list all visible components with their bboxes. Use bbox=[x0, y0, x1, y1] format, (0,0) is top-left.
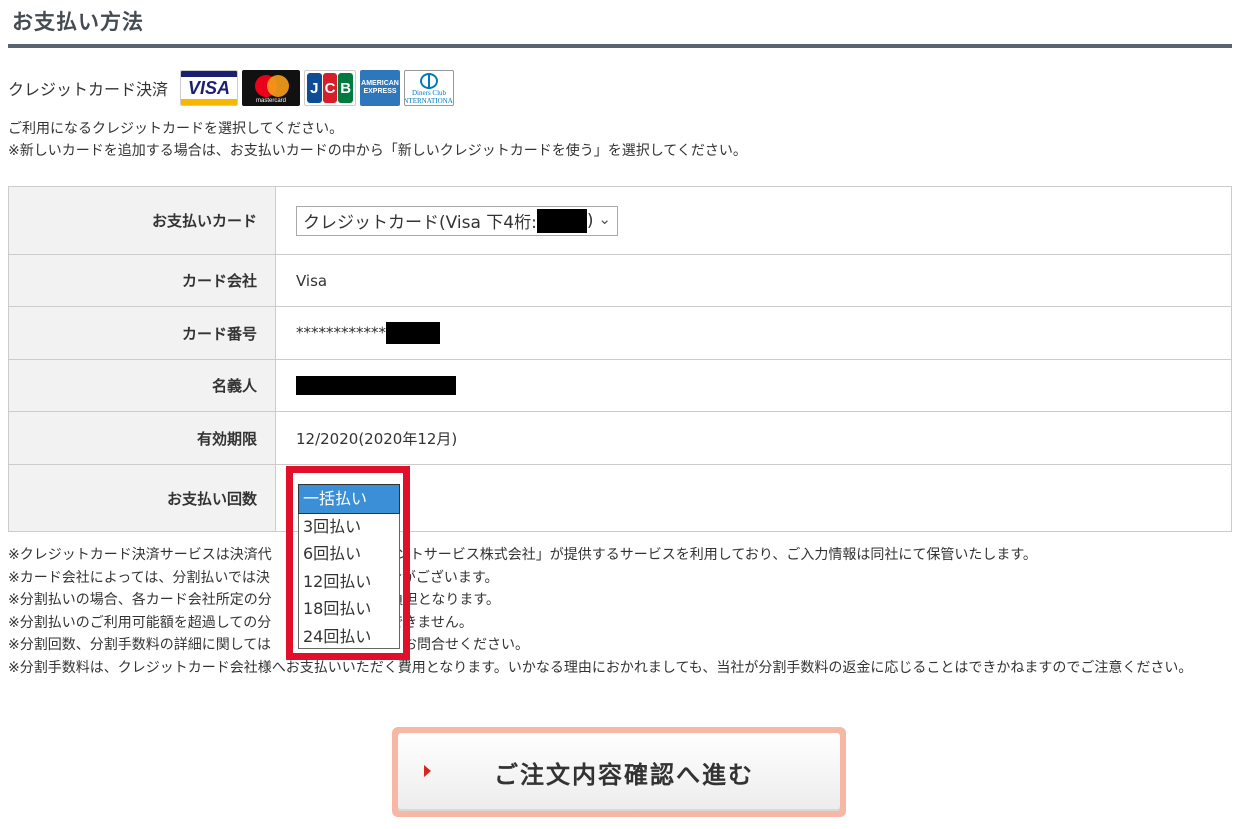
installment-option-24[interactable]: 24回払い bbox=[299, 623, 399, 651]
note-fragment: 合がございます。 bbox=[387, 569, 499, 586]
diners-logo-icon: Diners Club INTERNATIONAL bbox=[404, 70, 455, 106]
note-line: ※分割払いの場合、各カード会社所定の分 負担となります。 bbox=[8, 589, 1232, 612]
redacted-block bbox=[536, 208, 587, 233]
installments-cell bbox=[275, 464, 1232, 532]
card-number-masked: ************ bbox=[296, 323, 386, 342]
title-divider bbox=[8, 44, 1232, 48]
redacted-block bbox=[296, 376, 456, 395]
note-fragment: ※クレジットカード決済サービスは決済代 bbox=[8, 547, 272, 563]
bottom-notes: ※クレジットカード決済サービスは決済代 メントサービス株式会社」が提供するサービス… bbox=[8, 544, 1232, 679]
proceed-button-label: ご注文内容確認へ進む bbox=[494, 760, 754, 789]
holder-label: 名義人 bbox=[8, 359, 276, 412]
company-label: カード会社 bbox=[8, 254, 276, 307]
card-cell: クレジットカード(Visa 下4桁: ) ⌄ bbox=[275, 186, 1232, 255]
table-row: カード番号 ************ bbox=[8, 306, 1232, 360]
note-fragment: ※分割払いのご利用可能額を超過しての分 bbox=[8, 614, 272, 631]
jcb-letter-b: B bbox=[338, 73, 354, 103]
installments-label: お支払い回数 bbox=[8, 464, 276, 532]
table-row: 有効期限 12/2020(2020年12月) bbox=[8, 411, 1232, 465]
note-fragment: ※カード会社によっては、分割払いでは決 bbox=[8, 569, 270, 586]
jcb-logo-icon: J C B bbox=[304, 70, 357, 106]
expiry-value: 12/2020(2020年12月) bbox=[275, 411, 1232, 465]
card-select-value: クレジットカード(Visa 下4桁: bbox=[303, 213, 537, 233]
installment-option-18[interactable]: 18回払い bbox=[299, 595, 399, 623]
number-label: カード番号 bbox=[8, 306, 276, 360]
card-select[interactable]: クレジットカード(Visa 下4桁: ) ⌄ bbox=[296, 205, 618, 236]
visa-logo-text: VISA bbox=[188, 77, 231, 98]
note-select-card: ご利用になるクレジットカードを選択してください。 bbox=[8, 121, 344, 137]
note-line: ※分割回数、分割手数料の詳細に関しては お問合せください。 bbox=[8, 634, 1232, 657]
payment-table: お支払いカード クレジットカード(Visa 下4桁: ) ⌄ カード会社 Vis… bbox=[8, 186, 1232, 532]
installments-dropdown[interactable]: 一括払い 3回払い 6回払い 12回払い 18回払い 24回払い bbox=[298, 484, 400, 649]
jcb-letter-j: J bbox=[307, 73, 322, 103]
chevron-down-icon: ⌄ bbox=[598, 209, 611, 228]
redacted-block bbox=[386, 322, 440, 344]
holder-cell bbox=[275, 359, 1232, 412]
page-title: お支払い方法 bbox=[12, 10, 144, 34]
credit-card-label: クレジットカード決済 bbox=[8, 80, 169, 99]
credit-card-row: クレジットカード決済 VISA mastercard J C B AMERICA… bbox=[8, 68, 458, 108]
note-fragment: お問合せください。 bbox=[403, 637, 530, 653]
company-value: Visa bbox=[275, 254, 1232, 307]
mastercard-logo-text: mastercard bbox=[256, 97, 287, 104]
jcb-letter-c: C bbox=[322, 73, 338, 103]
installment-option-3[interactable]: 3回払い bbox=[299, 513, 399, 541]
note-fragment: できません。 bbox=[389, 614, 473, 631]
note-fragment: ※分割回数、分割手数料の詳細に関しては bbox=[8, 637, 272, 653]
note-line: ※分割手数料は、クレジットカード会社様へお支払いいただく費用となります。いかなる… bbox=[8, 657, 1232, 680]
table-row: お支払いカード クレジットカード(Visa 下4桁: ) ⌄ bbox=[8, 186, 1232, 255]
mastercard-logo-icon: mastercard bbox=[242, 70, 301, 106]
card-label: お支払いカード bbox=[8, 186, 276, 255]
card-select-suffix: ) bbox=[586, 210, 594, 231]
note-fragment: ※分割払いの場合、各カード会社所定の分 bbox=[8, 592, 272, 608]
note-line: ※クレジットカード決済サービスは決済代 メントサービス株式会社」が提供するサービス… bbox=[8, 544, 1232, 567]
arrow-right-icon bbox=[424, 765, 431, 777]
installment-option-6[interactable]: 6回払い bbox=[299, 540, 399, 568]
note-line: ※分割払いのご利用可能額を超過しての分 できません。 bbox=[8, 612, 1232, 635]
installment-option-1[interactable]: 一括払い bbox=[298, 484, 400, 514]
note-line: ※カード会社によっては、分割払いでは決 合がございます。 bbox=[8, 567, 1232, 590]
expiry-label: 有効期限 bbox=[8, 411, 276, 465]
installment-option-12[interactable]: 12回払い bbox=[299, 568, 399, 596]
amex-logo-text: AMERICAN EXPRESS bbox=[361, 80, 399, 95]
note-fragment: ※分割手数料は、クレジットカード会社様へお支払いいただく費用となります。いかなる… bbox=[8, 659, 1193, 676]
diners-logo-text: Diners Club INTERNATIONAL bbox=[404, 89, 455, 105]
table-row: 名義人 bbox=[8, 359, 1232, 412]
table-row: カード会社 Visa bbox=[8, 254, 1232, 307]
visa-logo-icon: VISA bbox=[180, 70, 239, 106]
number-cell: ************ bbox=[275, 306, 1232, 360]
note-fragment: 負担となります。 bbox=[389, 592, 500, 608]
note-fragment: メントサービス株式会社」が提供するサービスを利用しており、ご入力情報は同社にて保… bbox=[381, 547, 1037, 563]
proceed-to-confirm-button[interactable]: ご注文内容確認へ進む bbox=[398, 733, 840, 811]
note-add-card: ※新しいカードを追加する場合は、お支払いカードの中から「新しいクレジットカードを… bbox=[8, 143, 747, 159]
amex-logo-icon: AMERICAN EXPRESS bbox=[360, 70, 401, 106]
table-row: お支払い回数 bbox=[8, 464, 1232, 532]
